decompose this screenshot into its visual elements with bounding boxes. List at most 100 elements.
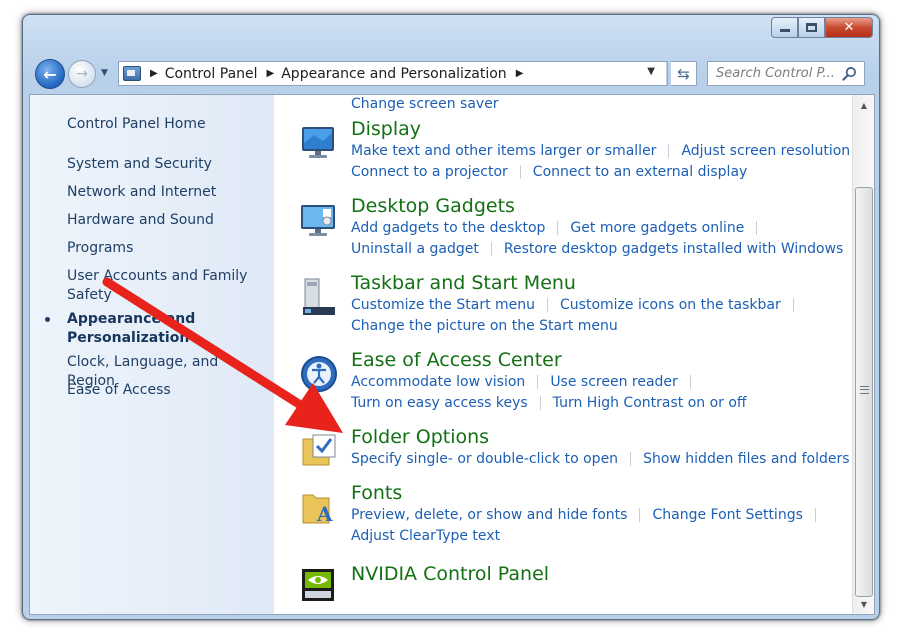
vertical-scrollbar[interactable]: ▲ ▼ (852, 95, 874, 614)
address-divider (666, 62, 667, 85)
sidebar-item-label: Appearance and (67, 311, 196, 327)
task-row: Uninstall a gadget Restore desktop gadget… (351, 238, 843, 258)
sidebar-control-panel-home[interactable]: Control Panel Home (67, 115, 262, 134)
task-link[interactable]: Adjust ClearType text (351, 528, 500, 544)
breadcrumb-chevron-icon[interactable]: ▶ (267, 68, 275, 79)
link-separator (668, 143, 670, 158)
task-row: Turn on easy access keys Turn High Contra… (351, 392, 747, 412)
control-panel-window: ✕ ← → ▼ ▶ Control Panel ▶ Appearance and… (22, 14, 880, 620)
window-controls: ✕ (771, 17, 873, 38)
address-bar[interactable]: ▶ Control Panel ▶ Appearance and Persona… (118, 61, 668, 86)
maximize-icon (806, 23, 817, 32)
category-title-display[interactable]: Display (351, 117, 421, 141)
sidebar-item-network[interactable]: Network and Internet (67, 183, 262, 202)
fonts-icon: A (302, 494, 333, 526)
sidebar-item-label: User Accounts and Family (67, 268, 248, 284)
task-link[interactable]: Connect to an external display (533, 164, 748, 180)
link-separator (537, 374, 539, 389)
refresh-icon: ⇆ (677, 64, 690, 83)
task-link[interactable]: Accommodate low vision (351, 374, 525, 390)
task-row: Customize the Start menu Customize icons … (351, 294, 806, 314)
maximize-button[interactable] (798, 17, 825, 38)
category-title-folder-options[interactable]: Folder Options (351, 425, 489, 449)
svg-text:A: A (316, 502, 333, 526)
breadcrumb-appearance[interactable]: Appearance and Personalization (281, 66, 506, 82)
task-link[interactable]: Adjust screen resolution (681, 143, 850, 159)
task-link[interactable]: Change Font Settings (652, 507, 802, 523)
link-separator (814, 507, 816, 522)
breadcrumb-control-panel[interactable]: Control Panel (165, 66, 258, 82)
scroll-down-icon[interactable]: ▼ (856, 596, 872, 612)
task-link[interactable]: Show hidden files and folders (643, 451, 850, 467)
minimize-button[interactable] (771, 17, 798, 38)
scroll-up-icon[interactable]: ▲ (856, 97, 872, 113)
task-link[interactable]: Customize icons on the taskbar (560, 297, 781, 313)
task-row: Make text and other items larger or smal… (351, 140, 874, 160)
sidebar-item-label: Safety (67, 287, 112, 303)
link-separator (557, 220, 559, 235)
forward-button[interactable]: → (68, 60, 96, 88)
sidebar-item-label: Personalization (67, 330, 190, 346)
back-button[interactable]: ← (35, 59, 65, 89)
back-arrow-icon: ← (43, 64, 57, 84)
sidebar-item-appearance[interactable]: Appearance and Personalization (67, 310, 262, 348)
control-panel-icon (123, 66, 141, 81)
forward-arrow-icon: → (76, 66, 88, 82)
category-title-desktop-gadgets[interactable]: Desktop Gadgets (351, 194, 515, 218)
sidebar: Control Panel Home System and Security N… (30, 95, 274, 614)
refresh-button[interactable]: ⇆ (671, 61, 697, 86)
task-link[interactable]: Uninstall a gadget (351, 241, 479, 257)
category-title-nvidia[interactable]: NVIDIA Control Panel (351, 562, 549, 586)
task-link[interactable]: Make text and other items larger or smal… (351, 143, 656, 159)
breadcrumb-chevron-icon[interactable]: ▶ (150, 68, 158, 79)
task-link[interactable]: Use screen reader (550, 374, 678, 390)
task-link[interactable]: Turn High Contrast on or off (553, 395, 747, 411)
link-separator (547, 297, 549, 312)
task-link[interactable]: Connect to a projector (351, 164, 508, 180)
task-link[interactable]: Get more gadgets online (570, 220, 744, 236)
scrollbar-thumb[interactable] (855, 187, 873, 597)
task-row: Change screen saver (351, 95, 499, 113)
task-link[interactable]: Restore desktop gadgets installed with W… (504, 241, 843, 257)
task-link[interactable]: Add gadgets to the desktop (351, 220, 545, 236)
breadcrumb-chevron-icon[interactable]: ▶ (516, 68, 524, 79)
sidebar-item-programs[interactable]: Programs (67, 239, 262, 258)
task-row: Change the picture on the Start menu (351, 315, 618, 335)
close-button[interactable]: ✕ (825, 17, 873, 38)
task-row: Add gadgets to the desktop Get more gadge… (351, 217, 769, 237)
taskbar-icon (303, 278, 335, 315)
task-link[interactable]: Preview, delete, or show and hide fonts (351, 507, 627, 523)
sidebar-item-system-security[interactable]: System and Security (67, 155, 262, 174)
task-row: Specify single- or double-click to open S… (351, 448, 850, 468)
task-link[interactable]: Change screen saver (351, 96, 499, 112)
nvidia-icon (302, 569, 334, 601)
address-dropdown-icon[interactable]: ▼ (647, 66, 655, 77)
category-title-ease-of-access[interactable]: Ease of Access Center (351, 348, 562, 372)
category-title-taskbar[interactable]: Taskbar and Start Menu (351, 271, 576, 295)
content-area: Control Panel Home System and Security N… (29, 94, 875, 615)
display-icon (302, 127, 334, 158)
task-row: Connect to a projector Connect to an exte… (351, 161, 747, 181)
task-link[interactable]: Change the picture on the Start menu (351, 318, 618, 334)
link-separator (539, 395, 541, 410)
category-list: Change screen saver Display Make text an… (274, 95, 864, 614)
task-row: Accommodate low vision Use screen reader (351, 371, 703, 391)
sidebar-item-user-accounts[interactable]: User Accounts and Family Safety (67, 267, 262, 305)
recent-pages-dropdown[interactable]: ▼ (101, 68, 108, 78)
link-separator (519, 164, 521, 179)
ease-of-access-icon (301, 356, 337, 392)
gadgets-icon (301, 205, 335, 236)
link-separator (630, 451, 632, 466)
task-link[interactable]: Customize the Start menu (351, 297, 535, 313)
link-separator (639, 507, 641, 522)
category-title-fonts[interactable]: Fonts (351, 481, 402, 505)
folder-options-icon (302, 434, 336, 466)
sidebar-item-hardware[interactable]: Hardware and Sound (67, 211, 262, 230)
task-link[interactable]: Turn on easy access keys (351, 395, 528, 411)
search-input[interactable] (716, 66, 844, 81)
search-box[interactable] (707, 61, 865, 86)
task-link[interactable]: Specify single- or double-click to open (351, 451, 618, 467)
sidebar-item-ease-of-access[interactable]: Ease of Access (67, 381, 262, 400)
task-row: Adjust ClearType text (351, 525, 500, 545)
search-icon[interactable] (842, 66, 857, 81)
